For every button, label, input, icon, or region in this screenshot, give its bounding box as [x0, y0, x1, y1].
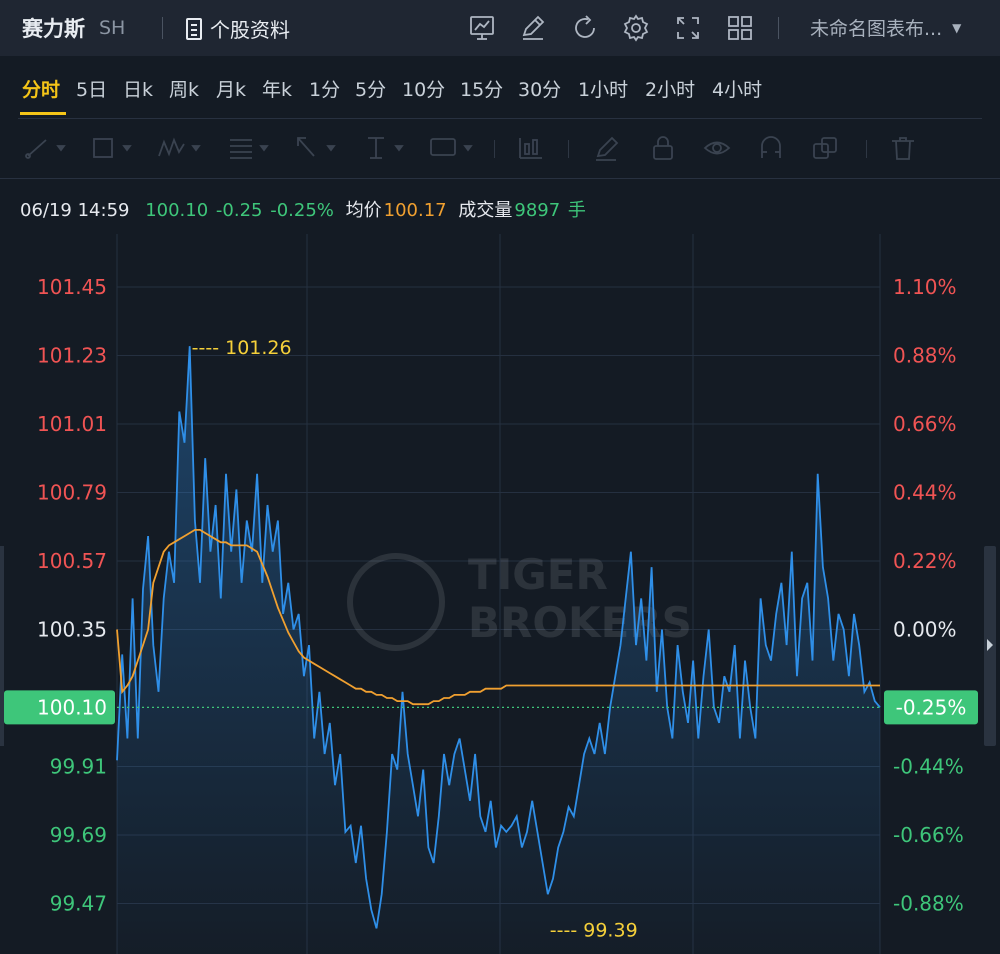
- trend-line-tool-icon[interactable]: [24, 134, 68, 162]
- tools-separator-2: [568, 140, 569, 158]
- left-scroll-handle[interactable]: [0, 546, 4, 746]
- right-axis-tick: 0.00%: [893, 618, 957, 642]
- text-tool-icon[interactable]: [362, 134, 406, 162]
- watermark-text: TIGER: [468, 550, 608, 599]
- right-axis-tick: 1.10%: [893, 275, 957, 299]
- current-pct-badge-text: -0.25%: [896, 695, 967, 719]
- avg-price-value: 100.17: [383, 200, 447, 221]
- stock-name: 赛力斯: [22, 17, 85, 41]
- tools-separator-3: [866, 140, 867, 158]
- tab-week-k[interactable]: 周k: [169, 75, 199, 102]
- chart-template-icon[interactable]: [467, 13, 497, 43]
- caret-down-icon: ▼: [952, 20, 962, 35]
- intraday-chart[interactable]: TIGERBROKERS ---- 101.26 ---- 99.39 101.45 1…: [0, 234, 1000, 954]
- right-axis-tick: -0.66%: [893, 823, 964, 847]
- tab-fenshi[interactable]: 分时: [22, 75, 60, 102]
- right-axis-tick: 0.66%: [893, 412, 957, 436]
- volume-value: 9897: [514, 200, 561, 221]
- left-axis-tick: 99.91: [50, 755, 107, 779]
- layout-dropdown[interactable]: 未命名图表布... ▼: [810, 14, 961, 41]
- left-axis-tick: 101.45: [37, 275, 107, 299]
- intraday-chart-area[interactable]: TIGER BROKERS ---- 101.26 ---- 99.39 101.45 1…: [0, 234, 1000, 954]
- header-separator: [162, 17, 163, 39]
- tab-30min[interactable]: 30分: [518, 75, 561, 102]
- header-separator-2: [778, 17, 779, 39]
- copy-icon[interactable]: [810, 134, 840, 162]
- active-tab-indicator: [20, 112, 66, 115]
- period-tabs: 分时 5日 日k 周k 月k 年k 1分 5分 10分 15分 30分 1小时 …: [0, 56, 1000, 118]
- right-axis-tick: 0.44%: [893, 481, 957, 505]
- quote-price: 100.10: [145, 200, 209, 221]
- price-area-fill: [117, 346, 880, 954]
- left-axis-tick: 100.57: [37, 549, 107, 573]
- stock-market: SH: [99, 17, 126, 39]
- lock-icon[interactable]: [648, 134, 678, 162]
- top-bar: 赛力斯 SH 个股资料 未命名图表布... ▼: [0, 0, 1000, 56]
- right-axis-tick: 0.88%: [893, 344, 957, 368]
- tab-4hour[interactable]: 4小时: [712, 75, 762, 102]
- tab-2hour[interactable]: 2小时: [645, 75, 695, 102]
- tab-day-k[interactable]: 日k: [123, 75, 153, 102]
- quote-info-bar: 06/19 14:59 100.10 -0.25 -0.25% 均价 100.17…: [20, 196, 588, 222]
- quote-change-pct: -0.25%: [270, 200, 334, 221]
- document-icon: [186, 17, 202, 40]
- current-price-badge-text: 100.10: [37, 695, 107, 719]
- arrow-tool-icon[interactable]: [294, 134, 338, 162]
- tabs-divider: [18, 118, 982, 119]
- left-axis-tick: 101.23: [37, 344, 107, 368]
- brush-tool-icon[interactable]: [592, 134, 622, 162]
- tab-15min[interactable]: 15分: [460, 75, 503, 102]
- volume-unit: 手: [567, 200, 586, 221]
- tab-5day[interactable]: 5日: [76, 75, 107, 102]
- indicator-tool-icon[interactable]: [516, 134, 546, 162]
- fullscreen-icon[interactable]: [673, 13, 703, 43]
- annotation-tool-icon[interactable]: [428, 134, 476, 162]
- high-marker-label: ---- 101.26: [192, 337, 292, 359]
- settings-gear-icon[interactable]: [621, 13, 651, 43]
- rectangle-tool-icon[interactable]: [90, 134, 134, 162]
- watermark-logo-icon: [347, 553, 445, 651]
- tab-month-k[interactable]: 月k: [216, 75, 246, 102]
- eye-icon[interactable]: [702, 134, 732, 162]
- tab-1min[interactable]: 1分: [309, 75, 340, 102]
- stock-profile-label: 个股资料: [210, 18, 290, 42]
- left-axis-tick: 101.01: [37, 412, 107, 436]
- magnet-icon[interactable]: [756, 134, 786, 162]
- tools-separator: [494, 140, 495, 158]
- tab-10min[interactable]: 10分: [402, 75, 445, 102]
- draw-pen-icon[interactable]: [518, 13, 548, 43]
- quote-change: -0.25: [215, 200, 263, 221]
- refresh-icon[interactable]: [570, 13, 600, 43]
- volume-label: 成交量: [458, 200, 513, 221]
- left-axis-tick: 99.47: [50, 892, 107, 916]
- right-axis-tick: -0.44%: [893, 755, 964, 779]
- right-axis-tick: -0.88%: [893, 892, 964, 916]
- stock-profile-button[interactable]: 个股资料: [186, 14, 290, 43]
- quote-datetime: 06/19 14:59: [20, 200, 130, 221]
- tab-year-k[interactable]: 年k: [262, 75, 292, 102]
- left-axis-tick: 100.35: [37, 618, 107, 642]
- toolbar-divider: [0, 178, 1000, 179]
- layout-name: 未命名图表布...: [810, 18, 943, 40]
- low-marker-label: ---- 99.39: [550, 919, 638, 941]
- avg-price-label: 均价: [345, 200, 382, 221]
- left-axis-tick: 100.79: [37, 481, 107, 505]
- trash-icon[interactable]: [888, 134, 918, 162]
- pattern-tool-icon[interactable]: [156, 134, 204, 162]
- left-axis-tick: 99.69: [50, 823, 107, 847]
- grid-layout-icon[interactable]: [725, 13, 755, 43]
- tab-5min[interactable]: 5分: [355, 75, 386, 102]
- fibonacci-tool-icon[interactable]: [226, 134, 272, 162]
- right-axis-tick: 0.22%: [893, 549, 957, 573]
- drawing-toolbar: [0, 120, 1000, 178]
- watermark-text: BROKERS: [468, 598, 692, 647]
- tab-1hour[interactable]: 1小时: [578, 75, 628, 102]
